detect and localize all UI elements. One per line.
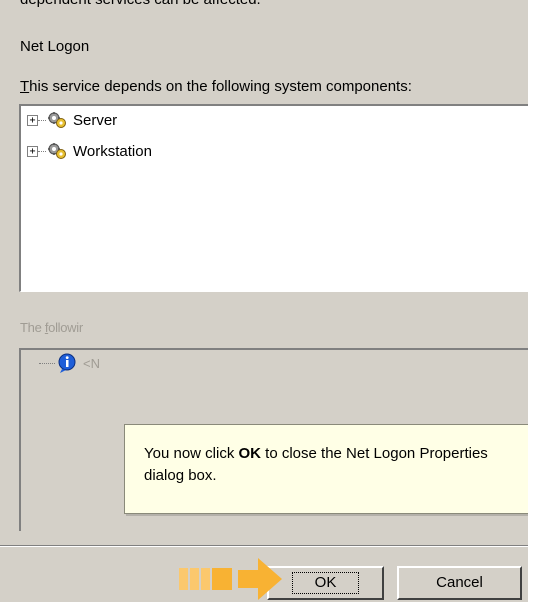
depends-on-tree[interactable]: + Server + Workstation — [19, 104, 528, 292]
pointer-trail-block — [190, 568, 199, 590]
callout-text-before: You now click — [144, 445, 239, 462]
service-gear-icon — [48, 112, 66, 128]
tree-item-label: Workstation — [73, 142, 152, 160]
tree-item-label: <N — [83, 355, 100, 371]
tree-connector — [38, 119, 46, 121]
dependency-warning-text: dependent services can be affected. — [20, 0, 261, 8]
window-edge — [528, 0, 534, 602]
tree-item-workstation[interactable]: + Workstation — [21, 141, 152, 161]
divider — [0, 545, 528, 547]
pointer-trail-block — [201, 568, 210, 590]
service-gear-icon — [48, 143, 66, 159]
tree-connector — [39, 362, 55, 364]
info-icon — [58, 353, 76, 373]
tree-connector — [38, 150, 46, 152]
tutorial-callout: You now click OK to close the Net Logon … — [124, 424, 528, 514]
expand-icon[interactable]: + — [27, 145, 38, 157]
dependents-label-text: ollowir — [48, 320, 83, 335]
dependents-label: The followir — [20, 320, 83, 335]
tree-item-label: Server — [73, 111, 118, 129]
depends-on-label-text: his service depends on the following sys… — [29, 78, 412, 95]
dependents-label-prefix: The — [20, 320, 45, 335]
depends-on-mnemonic: T — [20, 78, 30, 95]
properties-dialog: dependent services can be affected. Net … — [0, 0, 528, 602]
ok-button-label: OK — [291, 572, 360, 594]
tree-item-server[interactable]: + Server — [21, 110, 117, 130]
pointer-trail-block — [179, 568, 188, 590]
pointer-trail-block — [212, 568, 232, 590]
service-name: Net Logon — [20, 38, 90, 55]
pointer-trail — [179, 568, 232, 590]
depends-on-label: This service depends on the following sy… — [20, 78, 412, 95]
cancel-button[interactable]: Cancel — [397, 566, 522, 600]
callout-text-bold: OK — [238, 445, 262, 462]
expand-icon[interactable]: + — [27, 114, 38, 126]
tree-item-none: <N — [39, 352, 100, 374]
callout-text: You now click OK to close the Net Logon … — [144, 443, 524, 487]
pointer-arrow-icon — [238, 558, 282, 600]
